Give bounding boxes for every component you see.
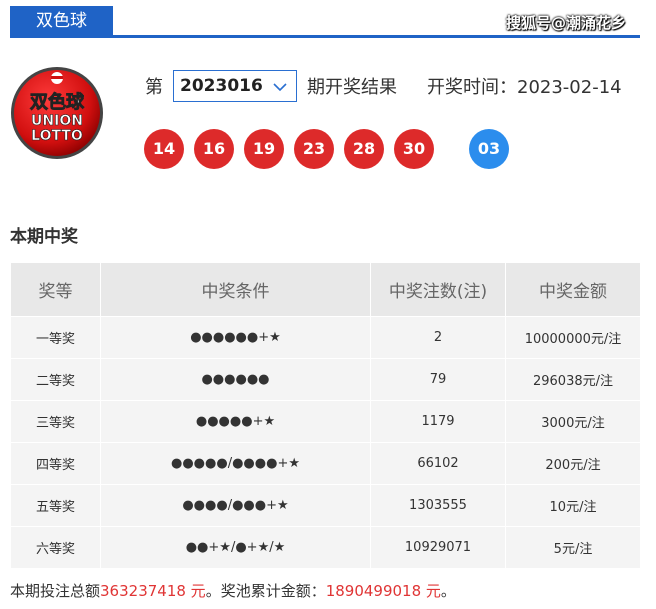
pool-label: 。奖池累计金额： xyxy=(205,582,326,600)
sales-label: 本期投注总额 xyxy=(10,582,101,600)
table-row: 六等奖 ●●+★/●+★/★ 10929071 5元/注 xyxy=(10,526,641,569)
table-row: 三等奖 ●●●●●+★ 1179 3000元/注 xyxy=(10,400,641,443)
cell-level: 三等奖 xyxy=(10,400,101,443)
cell-count: 2 xyxy=(370,316,506,359)
header-bar: 双色球 搜狐号@潮涌花乡 xyxy=(10,6,640,38)
cell-level: 一等奖 xyxy=(10,316,101,359)
table-row: 一等奖 ●●●●●●+★ 2 10000000元/注 xyxy=(10,316,641,359)
cell-condition: ●●+★/●+★/★ xyxy=(100,526,371,569)
cell-amount: 3000元/注 xyxy=(505,400,641,443)
header-tab-ssq[interactable]: 双色球 xyxy=(10,6,113,36)
section-title: 本期中奖 xyxy=(10,227,78,247)
cell-count: 66102 xyxy=(370,442,506,485)
issue-prefix: 第 xyxy=(145,77,163,98)
col-header-count: 中奖注数(注) xyxy=(370,262,506,317)
col-header-amount: 中奖金额 xyxy=(505,262,641,317)
col-header-level: 奖等 xyxy=(10,262,101,317)
cell-count: 1179 xyxy=(370,400,506,443)
cell-amount: 10元/注 xyxy=(505,484,641,527)
logo-top-text: 双色球 xyxy=(30,91,85,113)
sales-value: 363237418 元 xyxy=(100,582,206,600)
chevron-down-icon xyxy=(273,83,287,92)
prize-table: 奖等 中奖条件 中奖注数(注) 中奖金额 一等奖 ●●●●●●+★ 2 1000… xyxy=(10,262,641,569)
union-lotto-logo: 双色球 UNION LOTTO xyxy=(11,67,103,159)
cell-condition: ●●●●●+★ xyxy=(100,400,371,443)
cell-condition: ●●●●●● xyxy=(100,358,371,401)
cell-level: 四等奖 xyxy=(10,442,101,485)
red-ball: 14 xyxy=(144,129,184,169)
pool-value: 1890499018 元 xyxy=(325,582,441,600)
cell-level: 二等奖 xyxy=(10,358,101,401)
table-row: 四等奖 ●●●●●/●●●●+★ 66102 200元/注 xyxy=(10,442,641,485)
table-row: 二等奖 ●●●●●● 79 296038元/注 xyxy=(10,358,641,401)
draw-time-value: 2023-02-14 xyxy=(517,77,622,98)
red-ball: 28 xyxy=(344,129,384,169)
cell-count: 1303555 xyxy=(370,484,506,527)
draw-time: 开奖时间：2023-02-14 xyxy=(427,73,622,99)
watermark: 搜狐号@潮涌花乡 xyxy=(505,14,626,32)
table-header-row: 奖等 中奖条件 中奖注数(注) 中奖金额 xyxy=(10,262,641,317)
red-ball: 19 xyxy=(244,129,284,169)
issue-suffix: 期开奖结果 xyxy=(307,77,397,98)
issue-select[interactable]: 2023016 xyxy=(173,70,297,102)
cell-amount: 296038元/注 xyxy=(505,358,641,401)
header-divider xyxy=(10,35,640,38)
cell-amount: 10000000元/注 xyxy=(505,316,641,359)
cell-condition: ●●●●●/●●●●+★ xyxy=(100,442,371,485)
logo-line2: LOTTO xyxy=(31,128,83,144)
cell-amount: 200元/注 xyxy=(505,442,641,485)
cell-amount: 5元/注 xyxy=(505,526,641,569)
issue-value: 2023016 xyxy=(180,76,263,96)
cell-level: 五等奖 xyxy=(10,484,101,527)
cell-condition: ●●●●●●+★ xyxy=(100,316,371,359)
cell-count: 79 xyxy=(370,358,506,401)
red-ball: 16 xyxy=(194,129,234,169)
table-row: 五等奖 ●●●●/●●●+★ 1303555 10元/注 xyxy=(10,484,641,527)
logo-line1: UNION xyxy=(31,113,83,129)
red-ball: 23 xyxy=(294,129,334,169)
draw-time-label: 开奖时间： xyxy=(427,77,517,98)
draw-info-row: 第 2023016 期开奖结果 开奖时间：2023-02-14 xyxy=(145,68,622,104)
blue-ball: 03 xyxy=(469,129,509,169)
cell-count: 10929071 xyxy=(370,526,506,569)
col-header-condition: 中奖条件 xyxy=(100,262,371,317)
footer-end: 。 xyxy=(440,582,456,600)
footer-summary: 本期投注总额363237418 元。奖池累计金额：1890499018 元。 xyxy=(10,580,456,601)
cell-level: 六等奖 xyxy=(10,526,101,569)
cell-condition: ●●●●/●●●+★ xyxy=(100,484,371,527)
red-ball: 30 xyxy=(394,129,434,169)
